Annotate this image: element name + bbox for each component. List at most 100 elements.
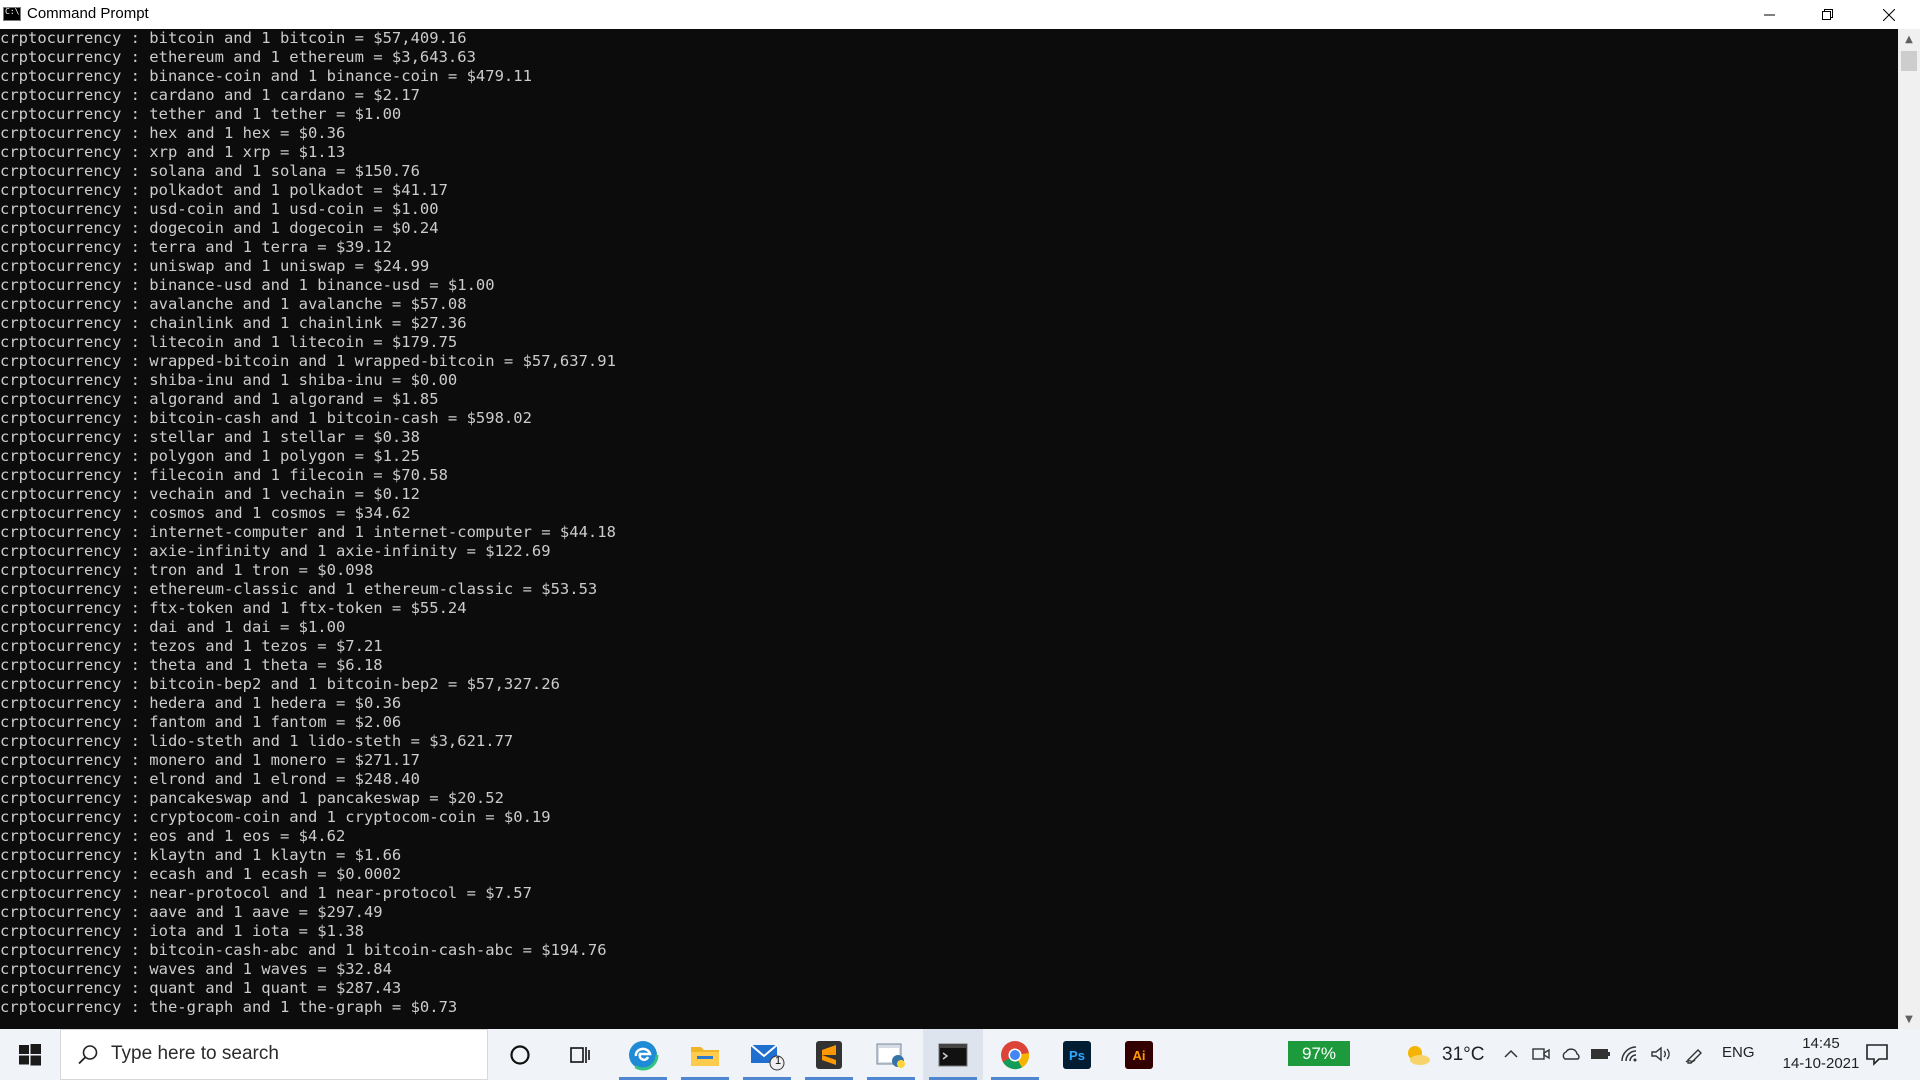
console-line: crptocurrency : iota and 1 iota = $1.38 [0, 922, 364, 940]
console-line: crptocurrency : terra and 1 terra = $39.… [0, 238, 392, 256]
console-line: crptocurrency : bitcoin-cash-abc and 1 b… [0, 941, 607, 959]
console-line: crptocurrency : axie-infinity and 1 axie… [0, 542, 551, 560]
console-line: crptocurrency : quant and 1 quant = $287… [0, 979, 402, 997]
console-line: crptocurrency : tether and 1 tether = $1… [0, 105, 402, 123]
close-icon [1882, 8, 1895, 21]
scroll-down-arrow-icon[interactable]: ▼ [1898, 1009, 1920, 1029]
close-button[interactable] [1857, 0, 1920, 29]
taskbar-app-python[interactable] [861, 1029, 921, 1080]
console-line: crptocurrency : filecoin and 1 filecoin … [0, 466, 448, 484]
console-line: crptocurrency : uniswap and 1 uniswap = … [0, 257, 430, 275]
windows-logo-icon [19, 1043, 41, 1065]
vertical-scrollbar[interactable]: ▲ ▼ [1898, 29, 1920, 1029]
weather-widget[interactable]: 31°C [1404, 1037, 1484, 1072]
temperature-label: 31°C [1442, 1043, 1485, 1065]
taskbar-app-photoshop[interactable]: Ps [1047, 1029, 1107, 1080]
console-line: crptocurrency : solana and 1 solana = $1… [0, 162, 420, 180]
console-line: crptocurrency : stellar and 1 stellar = … [0, 428, 420, 446]
console-line: crptocurrency : shiba-inu and 1 shiba-in… [0, 371, 458, 389]
console-line: crptocurrency : monero and 1 monero = $2… [0, 751, 420, 769]
pen-workspace-icon[interactable] [1684, 1043, 1706, 1065]
console-line: crptocurrency : eos and 1 eos = $4.62 [0, 827, 346, 845]
taskbar: Type here to search 1 Ps Ai 97% 31°C ENG… [0, 1029, 1920, 1080]
python-idle-icon [876, 1043, 905, 1068]
console-line: crptocurrency : dogecoin and 1 dogecoin … [0, 219, 439, 237]
console-line: crptocurrency : hedera and 1 hedera = $0… [0, 694, 402, 712]
taskbar-app-illustrator[interactable]: Ai [1109, 1029, 1169, 1080]
sublime-text-icon [816, 1040, 842, 1069]
sun-cloud-icon [1408, 1045, 1430, 1065]
cortana-icon [510, 1044, 530, 1065]
taskbar-app-mail[interactable]: 1 [737, 1029, 797, 1080]
search-placeholder: Type here to search [111, 1043, 279, 1064]
network-wifi-icon[interactable] [1620, 1043, 1642, 1065]
console-line: crptocurrency : cosmos and 1 cosmos = $3… [0, 504, 411, 522]
volume-speaker-icon[interactable] [1650, 1043, 1672, 1065]
action-center-notification-icon[interactable] [1864, 1041, 1890, 1067]
console-line: crptocurrency : lido-steth and 1 lido-st… [0, 732, 514, 750]
console-line: crptocurrency : polkadot and 1 polkadot … [0, 181, 448, 199]
restore-button[interactable] [1799, 0, 1857, 29]
taskbar-app-sublime[interactable] [799, 1029, 859, 1080]
console-line: crptocurrency : polygon and 1 polygon = … [0, 447, 420, 465]
start-button[interactable] [0, 1029, 60, 1080]
console-line: crptocurrency : ethereum and 1 ethereum … [0, 48, 476, 66]
console-line: crptocurrency : algorand and 1 algorand … [0, 390, 439, 408]
console-line: crptocurrency : waves and 1 waves = $32.… [0, 960, 392, 978]
folder-icon [691, 1046, 719, 1066]
console-line: crptocurrency : ethereum-classic and 1 e… [0, 580, 598, 598]
chrome-icon [1001, 1040, 1030, 1069]
clock-time: 14:45 [1802, 1035, 1840, 1052]
taskbar-app-chrome[interactable] [985, 1029, 1045, 1080]
edge-icon [627, 1039, 659, 1070]
scroll-up-arrow-icon[interactable]: ▲ [1898, 29, 1920, 49]
command-prompt-icon [938, 1043, 968, 1066]
taskbar-app-file-explorer[interactable] [675, 1029, 735, 1080]
photoshop-icon: Ps [1063, 1040, 1091, 1069]
taskbar-search-box[interactable]: Type here to search [60, 1029, 488, 1080]
title-bar: Command Prompt [0, 0, 1920, 29]
console-line: crptocurrency : cryptocom-coin and 1 cry… [0, 808, 551, 826]
taskbar-app-edge[interactable] [613, 1029, 673, 1080]
svg-text:Ps: Ps [1069, 1048, 1085, 1063]
window-title: Command Prompt [27, 5, 149, 22]
cortana-button[interactable] [490, 1029, 550, 1080]
task-view-icon [570, 1046, 590, 1063]
console-line: crptocurrency : bitcoin-cash and 1 bitco… [0, 409, 532, 427]
taskbar-app-command-prompt[interactable] [923, 1029, 983, 1080]
minimize-button[interactable] [1741, 0, 1799, 29]
console-line: crptocurrency : klaytn and 1 klaytn = $1… [0, 846, 402, 864]
task-view-button[interactable] [550, 1029, 610, 1080]
console-line: crptocurrency : pancakeswap and 1 pancak… [0, 789, 504, 807]
minimize-icon [1764, 14, 1775, 15]
console-line: crptocurrency : near-protocol and 1 near… [0, 884, 532, 902]
scrollbar-thumb[interactable] [1901, 51, 1917, 71]
console-line: crptocurrency : vechain and 1 vechain = … [0, 485, 420, 503]
clock-date: 14-10-2021 [1782, 1055, 1860, 1072]
console-line: crptocurrency : internet-computer and 1 … [0, 523, 616, 541]
console-line: crptocurrency : theta and 1 theta = $6.1… [0, 656, 383, 674]
console-line: crptocurrency : avalanche and 1 avalanch… [0, 295, 467, 313]
console-line: crptocurrency : binance-coin and 1 binan… [0, 67, 532, 85]
show-hidden-icons-chevron-up-icon[interactable] [1500, 1043, 1522, 1065]
input-language-indicator[interactable]: ENG [1722, 1044, 1755, 1061]
battery-icon[interactable] [1590, 1043, 1612, 1065]
clock[interactable]: 14:45 14-10-2021 [1780, 1034, 1862, 1074]
onedrive-cloud-icon[interactable] [1560, 1043, 1582, 1065]
restore-icon [1822, 8, 1833, 20]
illustrator-icon: Ai [1125, 1040, 1153, 1069]
meet-now-icon[interactable] [1530, 1043, 1552, 1065]
console-line: crptocurrency : aave and 1 aave = $297.4… [0, 903, 383, 921]
console-line: crptocurrency : litecoin and 1 litecoin … [0, 333, 458, 351]
console-output[interactable]: crptocurrency : bitcoin and 1 bitcoin = … [0, 29, 1898, 1029]
console-line: crptocurrency : ftx-token and 1 ftx-toke… [0, 599, 467, 617]
console-line: crptocurrency : cardano and 1 cardano = … [0, 86, 420, 104]
battery-percentage-widget[interactable]: 97% [1288, 1041, 1350, 1066]
cmd-app-icon [3, 7, 21, 21]
svg-text:Ai: Ai [1133, 1048, 1146, 1063]
console-line: crptocurrency : ecash and 1 ecash = $0.0… [0, 865, 402, 883]
console-line: crptocurrency : fantom and 1 fantom = $2… [0, 713, 402, 731]
console-line: crptocurrency : xrp and 1 xrp = $1.13 [0, 143, 346, 161]
console-line: crptocurrency : tezos and 1 tezos = $7.2… [0, 637, 383, 655]
mail-unread-badge: 1 [775, 1055, 782, 1067]
